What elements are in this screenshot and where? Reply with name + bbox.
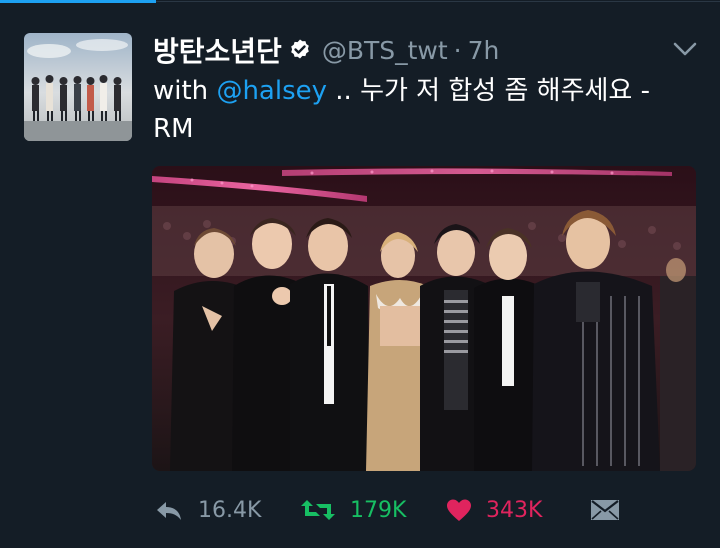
retweet-icon (300, 498, 336, 522)
tweet-text: with @halsey .. 누가 저 합성 좀 해주세요 - RM (153, 72, 698, 148)
like-count: 343K (486, 497, 543, 523)
reply-count: 16.4K (198, 497, 262, 523)
reply-icon (154, 498, 184, 522)
reply-button[interactable]: 16.4K (154, 492, 261, 528)
chevron-down-icon[interactable] (672, 40, 698, 58)
direct-message-button[interactable] (590, 492, 620, 528)
verified-badge-icon (288, 38, 312, 62)
header-separator: · (453, 35, 462, 65)
timestamp[interactable]: 7h (468, 36, 500, 65)
like-button[interactable]: 343K (446, 492, 542, 528)
user-handle[interactable]: @BTS_twt (322, 36, 448, 65)
tweet-photo[interactable] (152, 166, 696, 471)
tweet-screen: 방탄소년단 @BTS_twt · 7h with @halsey .. 누가 저… (0, 0, 720, 548)
retweet-count: 179K (350, 497, 407, 523)
tweet-header: 방탄소년단 @BTS_twt · 7h (153, 28, 499, 72)
top-tab-indicator (0, 0, 156, 3)
tweet-actions: 16.4K 179K 343K (154, 492, 624, 528)
avatar[interactable] (24, 33, 132, 141)
tweet-text-prefix: with (153, 76, 217, 106)
top-divider (156, 1, 720, 2)
display-name[interactable]: 방탄소년단 (153, 30, 282, 70)
direct-message-icon (590, 498, 620, 522)
heart-icon (446, 498, 472, 522)
retweet-button[interactable]: 179K (300, 492, 406, 528)
mention-link[interactable]: @halsey (216, 76, 327, 106)
